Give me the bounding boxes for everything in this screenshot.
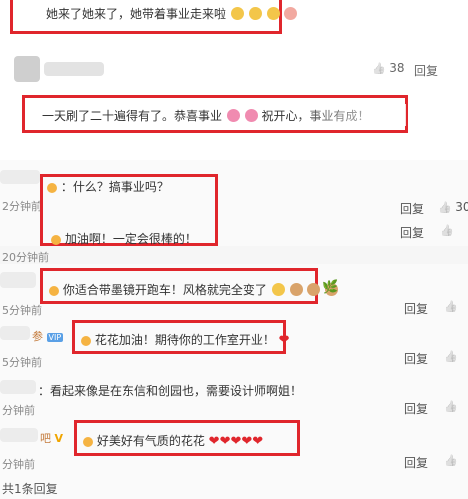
username-text: 参 [32, 330, 43, 343]
like-button[interactable]: 38 [372, 61, 404, 75]
comment-body: 加油啊！一定会很棒的！ [64, 232, 197, 246]
comment-text-1: 她来了她来了，她带着事业走来啦 [46, 5, 298, 22]
reply-button[interactable]: 回复 [400, 200, 424, 217]
avatar [0, 380, 36, 394]
thumbs-up-icon [444, 454, 458, 467]
like-button[interactable]: 30 [438, 200, 468, 214]
comment-body: 你适合带墨镜开跑车！风格就完全变了 [62, 283, 267, 297]
heart-emoji-icon: ❤ [208, 434, 220, 449]
doge-emoji-icon [289, 283, 303, 296]
heart-emoji-icon: ❤ [252, 434, 264, 449]
avatar [0, 170, 40, 184]
reply-button[interactable]: 回复 [404, 300, 428, 317]
like-button[interactable] [444, 400, 458, 413]
thumbs-up-icon [438, 201, 452, 214]
comment-body: 好美好有气质的花花 [96, 434, 205, 448]
reply-comment-5: ：看起来像是在东信和创园也，需要设计师啊姐！ [38, 384, 303, 398]
timestamp: 2分钟前 [2, 200, 42, 213]
reply-button[interactable]: 回复 [404, 350, 428, 367]
timestamp: 5分钟前 [2, 304, 42, 317]
thumbs-up-icon [444, 400, 458, 413]
thumbs-up-icon [444, 350, 458, 363]
user-badge-icon [83, 437, 93, 447]
vip-badge-icon: VIP [46, 333, 64, 342]
timestamp: 分钟前 [2, 404, 35, 417]
like-count: 30 [455, 200, 468, 214]
doge-emoji-icon [307, 283, 321, 296]
reply-comment-4: 花花加油！期待你的工作室开业！ ❤ [80, 331, 290, 348]
crying-emoji-icon [230, 7, 244, 20]
like-button[interactable] [444, 350, 458, 363]
user-badge-icon [81, 336, 91, 346]
leaf-emoji-icon: 🌿 [322, 280, 339, 295]
reply-button[interactable]: 回复 [404, 400, 428, 417]
user-badge-icon [51, 235, 61, 245]
comment-body: 她来了她来了，她带着事业走来啦 [46, 7, 227, 21]
avatar [0, 272, 36, 288]
username: 参 VIP [32, 328, 64, 344]
thumbs-up-icon [372, 62, 386, 75]
reply-button[interactable]: 回复 [400, 224, 424, 241]
like-button[interactable] [444, 454, 458, 467]
like-button[interactable] [444, 300, 458, 313]
reply-comment-6: 好美好有气质的花花 ❤❤❤❤❤ [82, 432, 263, 449]
pig-emoji-icon [284, 7, 298, 20]
heart-emoji-icon: ❤ [230, 434, 242, 449]
top-comment-panel: 她来了她来了，她带着事业走来啦 38 回复 一天刷了二十遍得有了。恭喜事业 祝开… [0, 0, 468, 140]
row-background [0, 246, 468, 264]
like-count: 38 [389, 61, 405, 75]
timestamp: 20分钟前 [2, 251, 49, 264]
thumbs-up-icon [440, 224, 454, 237]
comment-body: 一天刷了二十遍得有了。恭喜事业 [42, 109, 223, 123]
heart-emoji-icon: ❤ [219, 434, 231, 449]
reply-thread-panel: ：什么？搞事业吗？ 2分钟前 回复 30 加油啊！一定会很棒的！ 20分钟前 回… [0, 160, 468, 499]
grin-emoji-icon [271, 283, 285, 296]
flower-emoji-icon [226, 109, 240, 122]
divider [0, 145, 468, 159]
reply-comment-2: 加油啊！一定会很棒的！ [50, 230, 197, 247]
timestamp: 5分钟前 [2, 356, 42, 369]
comment-body: 看起来像是在东信和创园也，需要设计师啊姐！ [50, 384, 303, 398]
avatar [0, 326, 30, 340]
user-badge-icon [49, 286, 59, 296]
reply-comment-3: 你适合带墨镜开跑车！风格就完全变了 [48, 281, 339, 298]
crying-emoji-icon [248, 7, 262, 20]
verified-v-icon: V [54, 432, 64, 445]
thumbs-up-icon [444, 300, 458, 313]
view-replies-link[interactable]: 共1条回复 [2, 480, 58, 497]
crying-emoji-icon [266, 7, 280, 20]
avatar [0, 428, 38, 442]
avatar [14, 56, 40, 82]
reply-button[interactable]: 回复 [414, 62, 438, 79]
heart-emoji-icon: ❤ [278, 333, 290, 348]
username-blurred [44, 62, 104, 76]
comment-body: 花花加油！期待你的工作室开业！ [94, 333, 275, 347]
watermark-blur [288, 104, 406, 126]
timestamp: 分钟前 [2, 458, 35, 471]
heart-emoji-icon: ❤ [241, 434, 253, 449]
like-button[interactable] [440, 224, 454, 237]
reply-button[interactable]: 回复 [404, 454, 428, 471]
username-text: 吧 [40, 432, 51, 445]
flower-emoji-icon [244, 109, 258, 122]
username: 吧 V [40, 430, 63, 446]
